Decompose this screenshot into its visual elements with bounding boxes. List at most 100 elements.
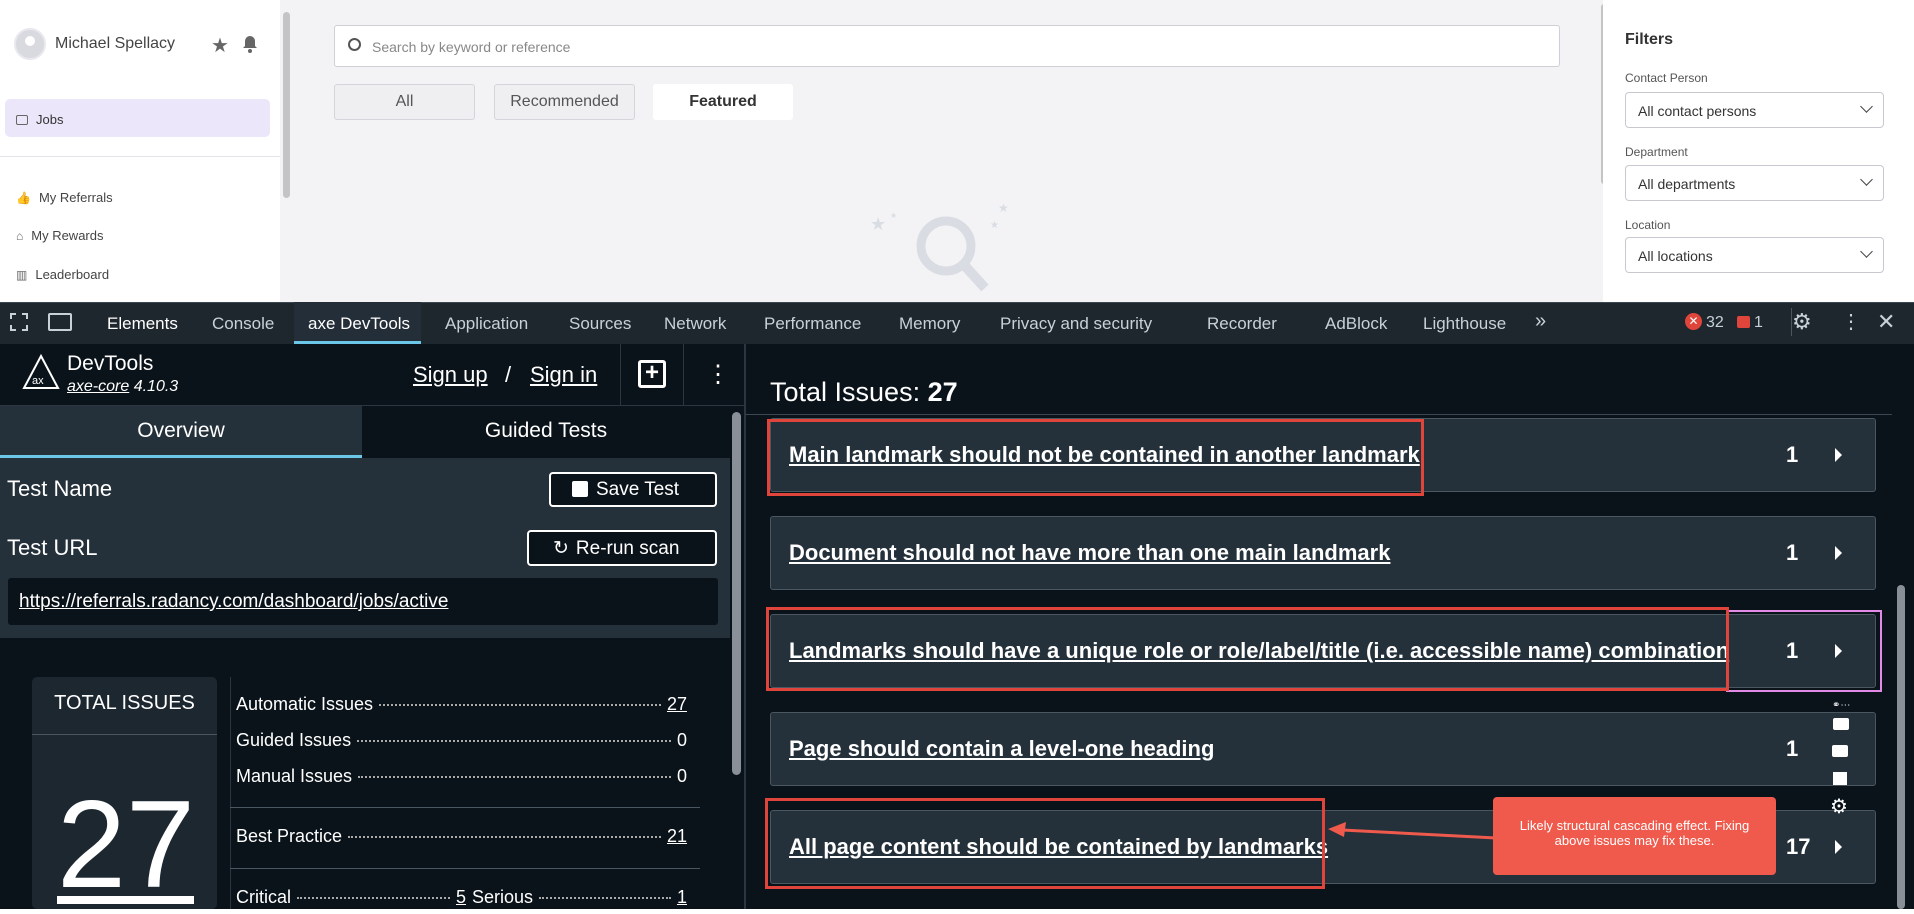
department-label: Department [1625,145,1688,159]
signup-link[interactable]: Sign up [413,362,488,388]
total-issues-value: 27 [57,776,195,914]
divider [746,414,1892,415]
tab-overview[interactable]: Overview [0,406,362,458]
serious-count[interactable]: 1 [677,887,687,908]
avatar[interactable] [14,28,46,60]
critical-count[interactable]: 5 [456,887,466,908]
tab-memory[interactable]: Memory [899,314,960,334]
chevron-right-icon[interactable] [1835,840,1842,854]
tab-recorder[interactable]: Recorder [1207,314,1277,334]
contact-value: All contact persons [1638,103,1757,119]
issue-link[interactable]: Page should contain a level-one heading [789,736,1214,762]
empty-search-icon: ★ ★ ★ ★ [870,200,1020,298]
tab-all[interactable]: All [334,84,475,120]
gear-icon[interactable]: ⚙ [1792,309,1812,335]
nav-jobs-item[interactable]: Jobs [16,112,63,127]
tab-adblock[interactable]: AdBlock [1325,314,1387,334]
more-tabs-icon[interactable]: » [1535,310,1546,333]
test-url-label: Test URL [7,535,98,560]
highlight-box [767,419,1424,496]
search-input[interactable]: Search by keyword or reference [334,25,1560,67]
chevron-right-icon[interactable] [1835,448,1842,462]
device-toolbar-icon[interactable] [48,313,72,331]
error-count[interactable]: 32 [1706,314,1724,332]
chevron-right-icon[interactable] [1835,546,1842,560]
issue-count: 1 [1786,736,1799,761]
tab-performance[interactable]: Performance [764,314,861,334]
svg-text:ax: ax [32,375,44,387]
rerun-scan-button[interactable]: ↻ Re-run scan [527,530,717,566]
divider [0,156,280,157]
right-scrollbar[interactable] [1897,585,1905,909]
copy-icon[interactable] [1833,772,1847,785]
new-tab-icon[interactable]: + [638,360,666,388]
gear-icon[interactable]: ⚙ [1830,794,1848,819]
department-value: All departments [1638,176,1736,192]
left-scrollbar[interactable] [732,412,741,775]
kebab-menu-icon[interactable]: ⋮ [706,360,730,389]
signin-link[interactable]: Sign in [530,362,597,388]
axe-version: 4.10.3 [133,378,179,395]
star-icon[interactable]: ★ [211,33,229,58]
nav-leaderboard-label: Leaderboard [35,267,110,282]
link-icon[interactable]: ⚭⋯ [1832,700,1850,711]
guided-count: 0 [676,730,687,750]
tab-application[interactable]: Application [445,314,528,334]
highlight-box [766,607,1729,691]
critical-label: Critical [236,887,292,907]
issues-count[interactable]: 1 [1754,314,1763,332]
issue-count: 1 [1786,540,1799,565]
leaderboard-icon: ▥ [16,267,28,282]
location-select[interactable]: All locations [1625,237,1884,273]
tab-elements[interactable]: Elements [107,314,178,334]
dot-leader [539,897,671,899]
department-select[interactable]: All departments [1625,165,1884,201]
location-value: All locations [1638,248,1713,264]
issue-link[interactable]: Document should not have more than one m… [789,540,1390,566]
axe-logo-icon: ax [22,353,60,393]
tab-sources[interactable]: Sources [569,314,631,334]
error-icon[interactable]: ✕ [1685,313,1702,330]
dot-leader [348,836,661,838]
tab-lighthouse[interactable]: Lighthouse [1423,314,1506,334]
nav-rewards[interactable]: ⌂ My Rewards [16,228,104,243]
axe-version-line: axe-core 4.10.3 [67,378,178,396]
bell-icon[interactable] [242,35,258,53]
highlight-box [765,798,1325,889]
contact-select[interactable]: All contact persons [1625,92,1884,128]
tab-guided-tests[interactable]: Guided Tests [362,406,730,458]
dot-leader [297,897,450,899]
nav-referrals[interactable]: 👍 My Referrals [16,190,113,205]
save-test-button[interactable]: Save Test [549,472,717,507]
nav-leaderboard[interactable]: ▥ Leaderboard [16,267,109,282]
serious-row: Serious 1 [472,887,687,908]
test-name-label: Test Name [7,476,113,501]
issues-icon[interactable] [1737,316,1750,328]
nav-jobs-label: Jobs [36,112,64,127]
nav-scrollbar[interactable] [283,12,290,198]
inspect-icon[interactable] [10,313,28,331]
camera-icon[interactable] [1833,718,1849,730]
svg-text:★: ★ [998,201,1009,215]
user-name[interactable]: Michael Spellacy [55,35,175,53]
best-practice-count[interactable]: 21 [667,826,687,847]
tab-privacy[interactable]: Privacy and security [1000,314,1152,334]
tab-featured[interactable]: Featured [653,84,793,120]
svg-text:★: ★ [870,214,886,234]
tab-network[interactable]: Network [664,314,726,334]
video-icon[interactable] [1832,745,1848,757]
automatic-label: Automatic Issues [236,694,374,714]
test-url-link[interactable]: https://referrals.radancy.com/dashboard/… [19,591,448,612]
chevron-right-icon[interactable] [1835,644,1842,658]
best-practice-row: Best Practice 21 [236,826,687,847]
automatic-count[interactable]: 27 [667,694,687,715]
tab-recommended[interactable]: Recommended [494,84,635,120]
callout-arrow [1328,820,1498,853]
test-url-box: https://referrals.radancy.com/dashboard/… [8,578,718,625]
axe-core-link[interactable]: axe-core [67,378,129,395]
total-underline [57,896,194,904]
tab-console[interactable]: Console [212,314,274,334]
close-icon[interactable]: ✕ [1877,309,1895,335]
kebab-menu-icon[interactable]: ⋮ [1841,309,1861,334]
tab-axe-devtools[interactable]: axe DevTools [308,314,410,334]
